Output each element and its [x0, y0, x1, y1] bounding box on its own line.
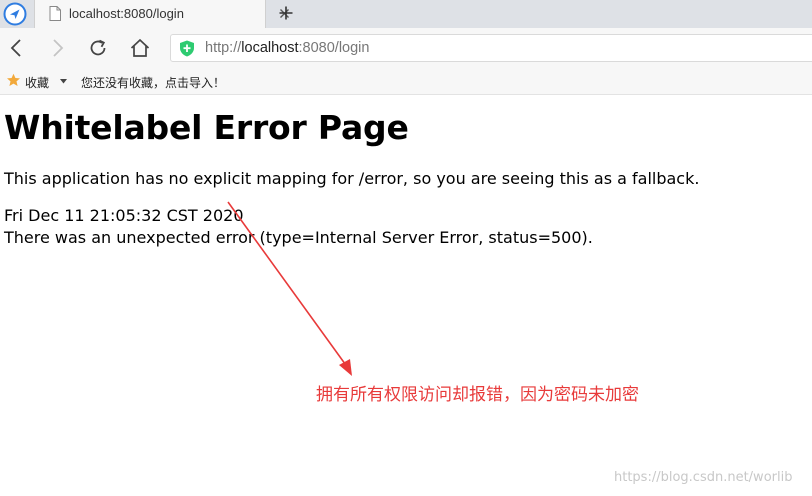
annotation-text: 拥有所有权限访问却报错，因为密码未加密 [316, 385, 639, 405]
home-icon[interactable] [129, 37, 151, 59]
watermark: https://blog.csdn.net/worlib [614, 470, 793, 485]
page-title: Whitelabel Error Page [4, 108, 409, 147]
favorites-menu[interactable]: 收藏 [25, 74, 49, 91]
caret-down-icon[interactable] [60, 79, 67, 84]
error-detail: There was an unexpected error (type=Inte… [4, 228, 593, 247]
back-icon[interactable] [6, 37, 28, 59]
import-bookmarks-link[interactable]: 您还没有收藏，点击导入！ [81, 74, 225, 91]
bookmarks-bar: 收藏 您还没有收藏，点击导入！ [0, 68, 812, 95]
error-message: This application has no explicit mapping… [4, 169, 700, 188]
star-icon[interactable] [6, 73, 21, 88]
url-path: :8080/login [298, 40, 370, 56]
url-text: http://localhost:8080/login [205, 40, 369, 56]
tab-strip: localhost:8080/login [0, 0, 812, 28]
page-icon [49, 6, 61, 21]
tab-title: localhost:8080/login [69, 6, 184, 21]
browser-logo-icon[interactable] [3, 2, 27, 26]
reload-icon[interactable] [87, 37, 109, 59]
error-timestamp: Fri Dec 11 21:05:32 CST 2020 [4, 206, 244, 225]
page-content: Whitelabel Error Page This application h… [0, 96, 812, 496]
tab-active[interactable]: localhost:8080/login [34, 0, 289, 28]
plus-icon[interactable] [277, 4, 295, 22]
url-scheme: http:// [205, 40, 242, 56]
shield-icon[interactable] [179, 40, 195, 57]
forward-icon[interactable] [46, 37, 68, 59]
url-host: localhost [241, 40, 299, 56]
address-bar[interactable]: http://localhost:8080/login [170, 34, 812, 62]
toolbar: http://localhost:8080/login [0, 28, 812, 68]
